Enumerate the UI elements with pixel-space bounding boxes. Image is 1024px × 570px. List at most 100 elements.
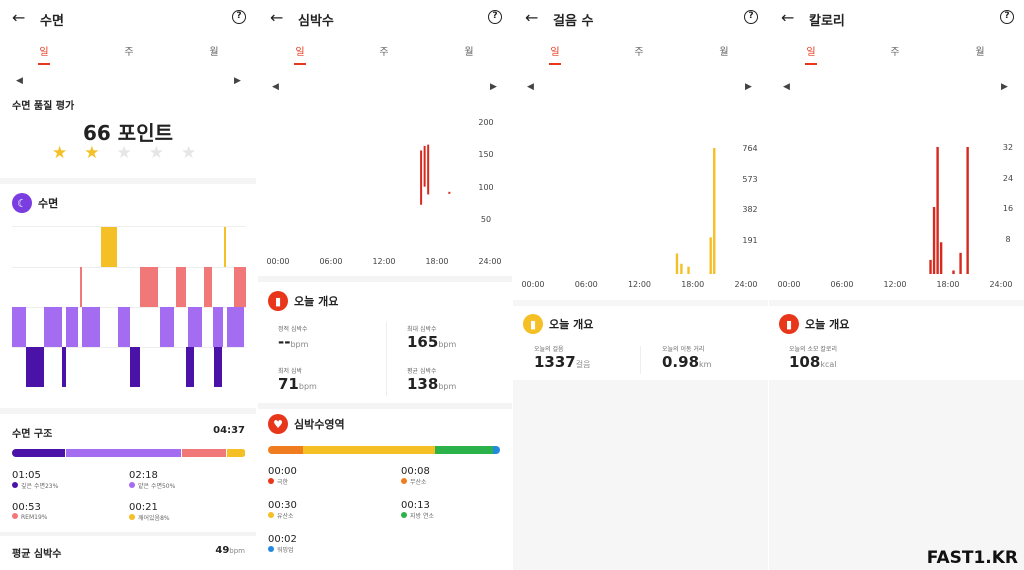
y-tick-label: 573 — [742, 175, 757, 184]
hr-range-bar — [427, 144, 430, 195]
x-tick-label: 12:00 — [372, 257, 395, 266]
y-tick-label: 24 — [1003, 174, 1013, 183]
x-tick-label: 12:00 — [628, 280, 651, 289]
sleep-screen: ← 수면 ? 일 주 월 ◀ ▶ 수면 품질 평가 66 포인트 ★ ★ ★ ★ ★ ☾… — [0, 0, 256, 570]
hr-range-bar — [448, 191, 451, 194]
help-icon[interactable]: ? — [232, 10, 246, 24]
next-arrow-icon[interactable]: ▶ — [745, 82, 752, 92]
x-tick-label: 24:00 — [734, 280, 757, 289]
stat-min-hr: 최저 심박 71bpm — [278, 368, 317, 393]
divider — [258, 276, 512, 282]
light-segment — [188, 307, 202, 347]
back-arrow-icon[interactable]: ← — [12, 8, 25, 27]
calories-bar — [952, 270, 955, 274]
quality-score: 66 포인트 — [83, 121, 173, 145]
x-tick-label: 12:00 — [883, 280, 906, 289]
help-icon[interactable]: ? — [744, 10, 758, 24]
light-segment — [12, 307, 26, 347]
back-arrow-icon[interactable]: ← — [270, 8, 283, 27]
awake-segment — [101, 227, 117, 267]
prev-arrow-icon[interactable]: ◀ — [783, 82, 790, 92]
overview-card: ▮ 오늘 개요 오늘의 걸음 1337걸음 오늘의 이동 거리 0.98km — [513, 306, 768, 380]
structure-label: 수면 구조 — [12, 429, 53, 440]
stat-resting-hr: 정적 심박수 --bpm — [278, 326, 309, 351]
calories-bar — [966, 147, 969, 274]
tab-week[interactable]: 주 — [875, 43, 915, 58]
back-arrow-icon[interactable]: ← — [781, 8, 794, 27]
next-arrow-icon[interactable]: ▶ — [1001, 82, 1008, 92]
section-title: 심박수영역 — [294, 418, 345, 431]
divider — [0, 408, 256, 414]
header: ← 수면 ? — [0, 0, 256, 36]
tab-day[interactable]: 일 — [24, 43, 64, 65]
x-tick-label: 18:00 — [936, 280, 959, 289]
stage-light: 02:18 얕은 수면50% — [129, 470, 175, 490]
rem-segment — [176, 267, 186, 307]
next-arrow-icon[interactable]: ▶ — [490, 82, 497, 92]
heart-rate-screen: ← 심박수 ? 일 주 월 ◀ ▶ 00:00 06:00 12:00 18:00 24… — [258, 0, 512, 570]
divider — [258, 403, 512, 409]
tab-day[interactable]: 일 — [791, 43, 831, 65]
stat-steps: 오늘의 걸음 1337걸음 — [534, 346, 591, 371]
header: ← 칼로리 ? — [769, 0, 1024, 36]
stat-calories: 오늘의 소모 칼로리 108kcal — [789, 346, 837, 371]
section-title: 오늘 개요 — [294, 295, 339, 308]
structure-segment — [65, 449, 181, 457]
steps-bar — [687, 266, 690, 274]
help-icon[interactable]: ? — [1000, 10, 1014, 24]
y-tick-label: 764 — [742, 144, 757, 153]
date-nav: ◀ ▶ — [258, 66, 512, 94]
light-segment — [66, 307, 78, 347]
deep-segment — [62, 347, 66, 387]
rem-segment — [80, 267, 82, 307]
steps-screen: ← 걸음 수 ? 일 주 월 ◀ ▶ 00:00 06:00 12:00 18:00 2… — [513, 0, 768, 570]
stage-awake: 00:21 깨어있음8% — [129, 502, 170, 522]
tab-day[interactable]: 일 — [280, 43, 320, 65]
x-tick-label: 06:00 — [319, 257, 342, 266]
x-tick-label: 00:00 — [777, 280, 800, 289]
tab-month[interactable]: 월 — [449, 43, 489, 58]
calories-bar — [929, 259, 932, 274]
tab-week[interactable]: 주 — [109, 43, 149, 58]
steps-bar — [675, 253, 679, 274]
light-segment — [44, 307, 62, 347]
y-tick-label: 382 — [742, 205, 757, 214]
header: ← 걸음 수 ? — [513, 0, 768, 36]
prev-arrow-icon[interactable]: ◀ — [16, 76, 23, 86]
star-icon: ★ — [52, 143, 68, 163]
tab-week[interactable]: 주 — [619, 43, 659, 58]
tab-week[interactable]: 주 — [364, 43, 404, 58]
steps-bar — [680, 263, 683, 274]
stat-divider — [386, 322, 387, 396]
calories-bar — [932, 206, 936, 274]
avg-hr-value: 49bpm — [215, 545, 245, 556]
prev-arrow-icon[interactable]: ◀ — [272, 82, 279, 92]
heart-rate-chart: 00:00 06:00 12:00 18:00 24:00 200 150 100 50 — [266, 118, 501, 266]
chart-bars-icon: ▮ — [779, 314, 799, 334]
period-tabs: 일 주 월 — [258, 36, 512, 66]
tab-month[interactable]: 월 — [704, 43, 744, 58]
tab-month[interactable]: 월 — [960, 43, 1000, 58]
calories-bar — [939, 242, 943, 274]
x-tick-label: 00:00 — [521, 280, 544, 289]
y-tick-label: 16 — [1003, 204, 1013, 213]
section-title: 오늘 개요 — [549, 318, 594, 331]
next-arrow-icon[interactable]: ▶ — [234, 76, 241, 86]
y-tick-label: 32 — [1003, 143, 1013, 152]
prev-arrow-icon[interactable]: ◀ — [527, 82, 534, 92]
chart-bars-icon: ▮ — [268, 291, 288, 311]
period-tabs: 일 주 월 — [513, 36, 768, 66]
tab-day[interactable]: 일 — [535, 43, 575, 65]
back-arrow-icon[interactable]: ← — [525, 8, 538, 27]
help-icon[interactable]: ? — [488, 10, 502, 24]
stage-rem: 00:53 REM19% — [12, 502, 47, 521]
star-rating: ★ ★ ★ ★ ★ — [52, 143, 196, 163]
calories-chart: 00:00 06:00 12:00 18:00 24:00 32 24 16 8 — [777, 143, 1013, 289]
period-tabs: 일 주 월 — [769, 36, 1024, 66]
sleep-stage-chart — [12, 226, 246, 387]
tab-month[interactable]: 월 — [194, 43, 234, 58]
section-title: 오늘 개요 — [805, 318, 850, 331]
page-title: 칼로리 — [809, 14, 845, 29]
steps-chart: 00:00 06:00 12:00 18:00 24:00 764 573 382 191 — [521, 144, 757, 289]
structure-segment — [12, 449, 65, 457]
